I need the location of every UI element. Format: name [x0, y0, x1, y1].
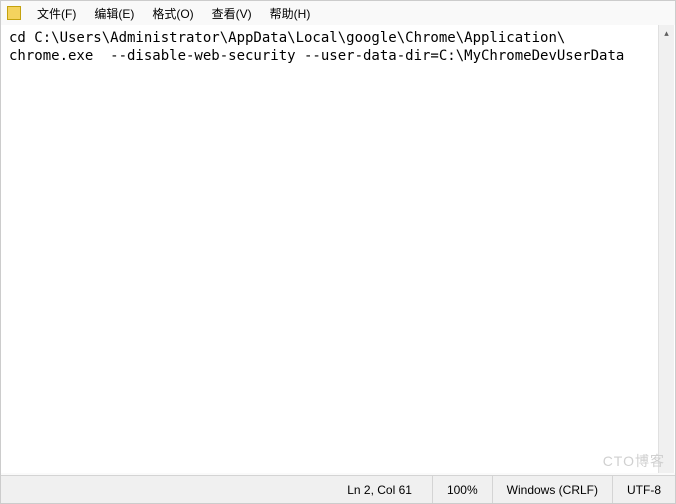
status-line-ending[interactable]: Windows (CRLF)	[492, 476, 612, 503]
menu-format[interactable]: 格式(O)	[146, 3, 199, 24]
vertical-scrollbar[interactable]: ▴	[658, 25, 674, 473]
status-encoding[interactable]: UTF-8	[612, 476, 675, 503]
statusbar: Ln 2, Col 61 100% Windows (CRLF) UTF-8	[1, 475, 675, 503]
scroll-up-icon[interactable]: ▴	[659, 25, 674, 41]
menu-view[interactable]: 查看(V)	[206, 3, 258, 24]
text-editor-content[interactable]: cd C:\Users\Administrator\AppData\Local\…	[1, 25, 657, 473]
status-zoom[interactable]: 100%	[432, 476, 492, 503]
status-spacer	[1, 476, 347, 503]
menubar: 文件(F) 编辑(E) 格式(O) 查看(V) 帮助(H)	[1, 1, 675, 25]
status-cursor-position: Ln 2, Col 61	[347, 476, 432, 503]
menu-help[interactable]: 帮助(H)	[264, 3, 317, 24]
menu-edit[interactable]: 编辑(E)	[88, 3, 140, 24]
content-line-1: cd C:\Users\Administrator\AppData\Local\…	[9, 30, 565, 46]
content-line-2: chrome.exe --disable-web-security --user…	[9, 48, 624, 64]
app-icon	[7, 6, 21, 20]
menu-file[interactable]: 文件(F)	[31, 3, 82, 24]
